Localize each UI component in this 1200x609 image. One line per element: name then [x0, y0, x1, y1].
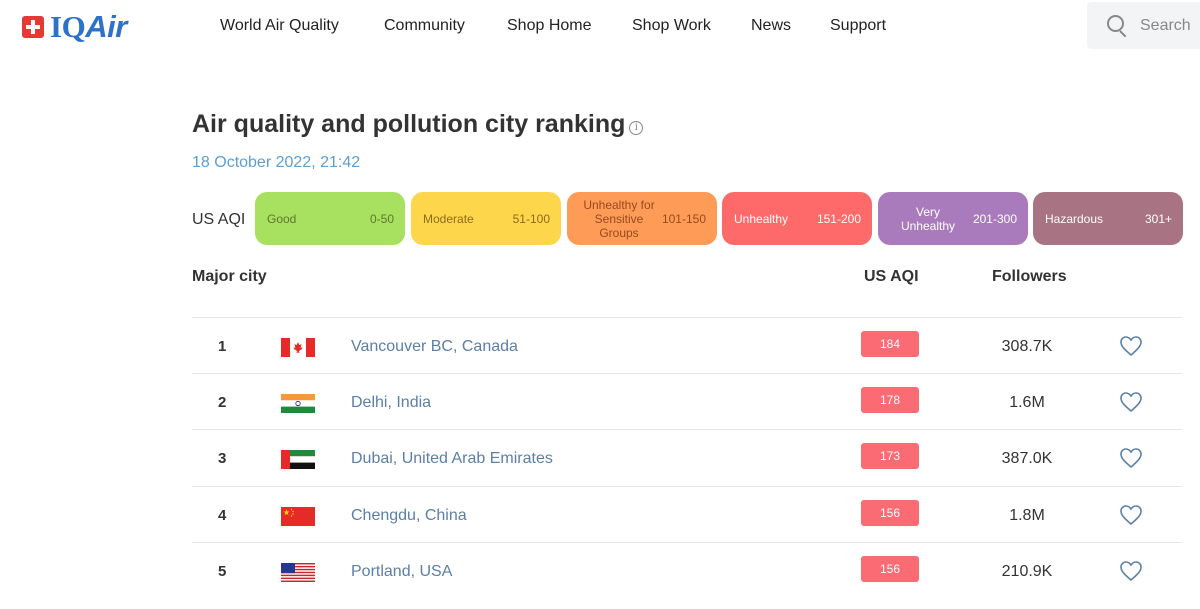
legend-level-range: 151-200	[816, 211, 861, 226]
aqi-badge: 184	[861, 331, 919, 357]
nav-world-air-quality[interactable]: World Air Quality	[220, 17, 339, 35]
aqi-badge: 156	[861, 556, 919, 582]
legend-moderate: Moderate 51-100	[411, 192, 561, 245]
legend-level-range: 101-150	[661, 211, 706, 226]
city-link[interactable]: Delhi, India	[351, 394, 431, 412]
legend-level-range: 51-100	[512, 211, 550, 226]
legend-level-name: Very Unhealthy	[900, 204, 956, 233]
legend-very-unhealthy: Very Unhealthy 201-300	[878, 192, 1028, 245]
legend-level-range: 201-300	[972, 211, 1017, 226]
search-icon[interactable]	[1107, 14, 1128, 37]
heart-icon[interactable]	[1119, 335, 1143, 357]
table-row[interactable]: 5 Portland, USA 156 210.9K	[192, 542, 1182, 598]
rank-number: 2	[218, 394, 227, 411]
legend-level-name: Moderate	[423, 211, 474, 226]
china-flag-icon	[281, 507, 315, 526]
column-header-followers[interactable]: Followers	[992, 268, 1067, 286]
nav-support[interactable]: Support	[830, 17, 886, 35]
city-link[interactable]: Chengdu, China	[351, 507, 467, 525]
legend-label: US AQI	[192, 211, 246, 228]
city-link[interactable]: Dubai, United Arab Emirates	[351, 450, 553, 468]
column-header-city[interactable]: Major city	[192, 268, 267, 286]
table-row[interactable]: 1 Vancouver BC, Canada 184 308.7K	[192, 317, 1182, 373]
heart-icon[interactable]	[1119, 447, 1143, 469]
followers-count: 308.7K	[1001, 338, 1053, 355]
table-row[interactable]: 3 Dubai, United Arab Emirates 173 387.0K	[192, 429, 1182, 485]
heart-icon[interactable]	[1119, 504, 1143, 526]
legend-level-range: 0-50	[369, 211, 394, 226]
rank-number: 5	[218, 563, 227, 580]
iqair-logo[interactable]: IQAir	[22, 9, 127, 45]
logo-suffix: Air	[85, 9, 127, 44]
table-row[interactable]: 4 Chengdu, China 156 1.8M	[192, 486, 1182, 542]
search-box[interactable]	[1087, 2, 1200, 49]
india-flag-icon	[281, 394, 315, 413]
legend-level-name: Good	[267, 211, 297, 226]
followers-count: 210.9K	[1001, 563, 1053, 580]
uae-flag-icon	[281, 450, 315, 469]
followers-count: 1.8M	[1009, 507, 1045, 524]
page-title-text: Air quality and pollution city ranking	[192, 110, 626, 138]
swiss-cross-icon	[22, 16, 44, 38]
legend-unhealthy-sensitive: Unhealthy for Sensitive Groups 101-150	[567, 192, 717, 245]
page-title: Air quality and pollution city ranking i	[192, 110, 644, 139]
logo-text: IQAir	[50, 9, 127, 45]
followers-count: 1.6M	[1009, 394, 1045, 411]
logo-prefix: IQ	[50, 9, 86, 44]
heart-icon[interactable]	[1119, 560, 1143, 582]
canada-flag-icon	[281, 338, 315, 357]
legend-level-range: 301+	[1144, 211, 1172, 226]
followers-count: 387.0K	[1001, 450, 1053, 467]
site-header: IQAir World Air Quality Community Shop H…	[0, 0, 1200, 54]
aqi-badge: 173	[861, 443, 919, 469]
nav-shop-work[interactable]: Shop Work	[632, 17, 711, 35]
search-input[interactable]	[1140, 16, 1200, 35]
nav-news[interactable]: News	[751, 17, 791, 35]
info-icon[interactable]: i	[629, 120, 644, 135]
legend-good: Good 0-50	[255, 192, 405, 245]
column-header-aqi[interactable]: US AQI	[864, 268, 919, 286]
nav-shop-home[interactable]: Shop Home	[507, 17, 592, 35]
table-row[interactable]: 2 Delhi, India 178 1.6M	[192, 373, 1182, 429]
update-timestamp: 18 October 2022, 21:42	[192, 154, 361, 171]
legend-level-name: Unhealthy	[734, 211, 789, 226]
rank-number: 1	[218, 338, 227, 355]
rank-number: 4	[218, 507, 227, 524]
aqi-badge: 178	[861, 387, 919, 413]
city-link[interactable]: Portland, USA	[351, 563, 452, 581]
heart-icon[interactable]	[1119, 391, 1143, 413]
legend-level-name: Unhealthy for Sensitive Groups	[583, 197, 655, 240]
rank-number: 3	[218, 450, 227, 467]
legend-level-name: Hazardous	[1045, 211, 1104, 226]
legend-hazardous: Hazardous 301+	[1033, 192, 1183, 245]
aqi-badge: 156	[861, 500, 919, 526]
nav-community[interactable]: Community	[384, 17, 465, 35]
legend-unhealthy: Unhealthy 151-200	[722, 192, 872, 245]
usa-flag-icon	[281, 563, 315, 582]
city-link[interactable]: Vancouver BC, Canada	[351, 338, 518, 356]
